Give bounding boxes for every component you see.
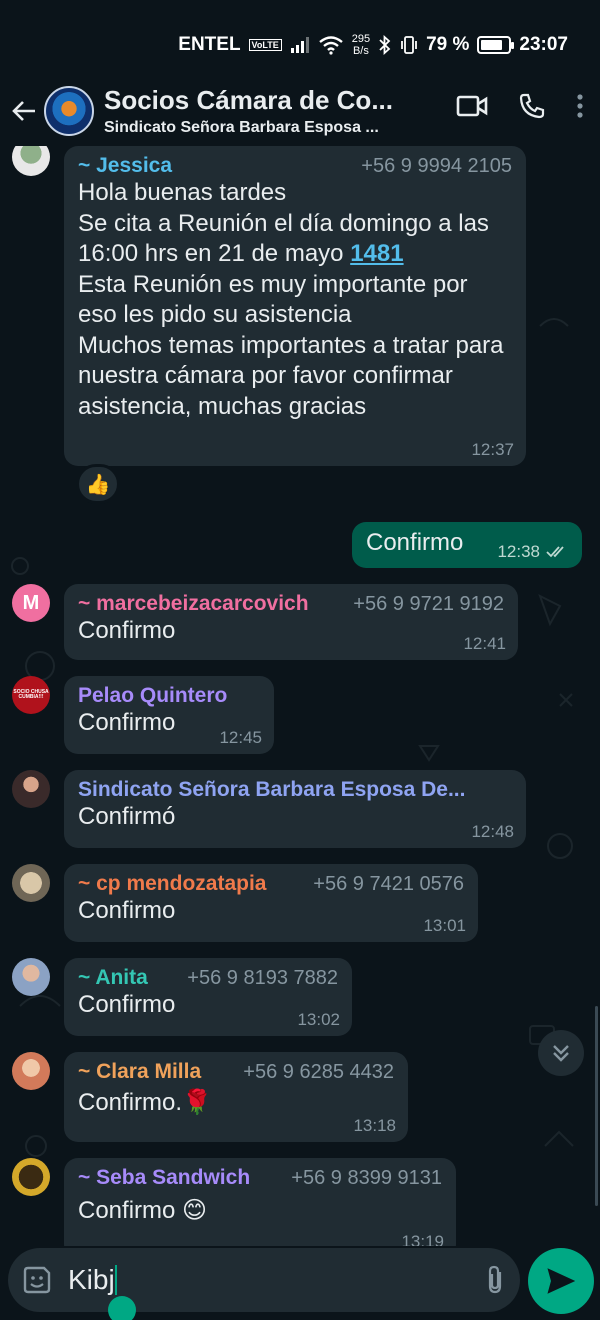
sender-avatar-anita[interactable]: [12, 958, 50, 996]
message-input[interactable]: Kibj: [68, 1264, 484, 1296]
sender-name[interactable]: ~ Jessica: [78, 154, 172, 178]
scroll-to-bottom-button[interactable]: [538, 1030, 584, 1076]
message-bubble[interactable]: ~ marcebeizacarcovich +56 9 9721 9192 Co…: [64, 584, 518, 660]
chat-title: Socios Cámara de Co...: [104, 85, 393, 115]
sender-avatar-marcebeizacarcovich[interactable]: M: [12, 584, 50, 622]
sender-phone: +56 9 8399 9131: [291, 1167, 442, 1189]
network-speed-value: 295: [351, 33, 371, 45]
chat-title-block[interactable]: Socios Cámara de Co... Sindicato Señora …: [104, 85, 414, 137]
message-time: 12:38: [497, 542, 540, 561]
back-button[interactable]: [8, 91, 40, 131]
message-input-value: Kibj: [68, 1264, 115, 1295]
thumbs-up-reaction[interactable]: 👍: [76, 464, 120, 504]
signal-icon: [290, 37, 309, 53]
status-bar: ENTEL VoLTE 295 B/s 79 % 23:07: [0, 0, 600, 76]
message-bubble[interactable]: Pelao Quintero Confirmo 12:45: [64, 676, 274, 754]
sender-name[interactable]: ~ cp mendozatapia: [78, 872, 266, 896]
message-composer: Kibj: [8, 1248, 520, 1312]
message-bubble[interactable]: ~ Clara Milla +56 9 6285 4432 Confirmo.🌹…: [64, 1052, 408, 1142]
battery-fill: [481, 40, 502, 50]
message-bubble[interactable]: ~ Anita +56 9 8193 7882 Confirmo 13:02: [64, 958, 352, 1036]
sender-phone: +56 9 8193 7882: [187, 967, 338, 989]
sender-name[interactable]: Sindicato Señora Barbara Esposa De...: [78, 778, 512, 802]
message-bubble[interactable]: Sindicato Señora Barbara Esposa De... Co…: [64, 770, 526, 848]
message-text: Confirmo: [78, 897, 176, 924]
vibrate-icon: [401, 36, 417, 54]
outgoing-message-bubble[interactable]: Confirmo 12:38: [352, 522, 582, 568]
sender-name[interactable]: ~ Anita: [78, 966, 148, 990]
message-time: 13:02: [297, 1010, 340, 1029]
more-options-icon[interactable]: [576, 93, 584, 119]
send-icon: [547, 1268, 575, 1294]
double-check-icon: [546, 546, 564, 558]
network-speed: 295 B/s: [352, 33, 370, 57]
message-time: 12:45: [219, 728, 262, 747]
chat-header: Socios Cámara de Co... Sindicato Señora …: [0, 76, 600, 146]
sender-name[interactable]: ~ Clara Milla: [78, 1060, 201, 1084]
phone-call-icon[interactable]: [518, 92, 546, 120]
carrier-label: ENTEL: [178, 34, 241, 55]
battery-percent: 79 %: [426, 34, 470, 55]
clock: 23:07: [519, 34, 568, 55]
sender-avatar-seba-sandwich[interactable]: [12, 1158, 50, 1196]
text-caret: [114, 1265, 117, 1295]
phone-link[interactable]: 1481: [350, 240, 403, 267]
avatar-letter: M: [22, 591, 40, 614]
message-bubble[interactable]: ~ Jessica +56 9 9994 2105 Hola buenas ta…: [64, 146, 526, 466]
chat-subtitle: Sindicato Señora Barbara Esposa ...: [104, 119, 379, 136]
sender-avatar-clara-milla[interactable]: [12, 1052, 50, 1090]
message-text: Confirmó: [78, 803, 176, 830]
scrollbar[interactable]: [595, 1006, 598, 1206]
message-time: 13:18: [353, 1116, 396, 1135]
message-time: 12:48: [471, 822, 514, 841]
message-time-row: 12:38: [497, 542, 570, 562]
sender-phone: +56 9 6285 4432: [243, 1061, 394, 1083]
group-avatar[interactable]: [44, 86, 94, 136]
volte-badge: VoLTE: [248, 39, 282, 51]
send-button[interactable]: [528, 1248, 594, 1314]
attach-icon[interactable]: [484, 1264, 506, 1296]
sender-avatar-pelao-quintero[interactable]: SOCIO CHUSA CUMBIA!!!: [12, 676, 50, 714]
message-time: 13:01: [423, 916, 466, 935]
message-bubble[interactable]: ~ cp mendozatapia +56 9 7421 0576 Confir…: [64, 864, 478, 942]
arrow-left-icon: [12, 101, 35, 121]
sender-phone: +56 9 9994 2105: [361, 155, 512, 177]
message-list[interactable]: ~ Jessica +56 9 9994 2105 Hola buenas ta…: [0, 146, 600, 1246]
message-text: Confirmo: [78, 617, 176, 644]
sender-name[interactable]: Pelao Quintero: [78, 684, 260, 708]
message-time: 12:41: [463, 634, 506, 653]
message-time: 12:37: [471, 440, 514, 459]
sender-avatar-sindicato[interactable]: [12, 770, 50, 808]
message-text: Confirmo.🌹: [78, 1089, 212, 1116]
message-text: Hola buenas tardes Se cita a Reunión el …: [78, 178, 512, 422]
message-text-part: Hola buenas tardes Se cita a Reunión el …: [78, 179, 489, 267]
network-speed-unit: B/s: [352, 45, 369, 57]
avatar-caption: SOCIO CHUSA CUMBIA!!!: [13, 689, 49, 700]
wifi-icon: [318, 36, 343, 55]
sender-name[interactable]: ~ marcebeizacarcovich: [78, 592, 309, 616]
message-text-part: Esta Reunión es muy importante por eso l…: [78, 270, 504, 420]
sender-phone: +56 9 9721 9192: [353, 593, 504, 615]
sticker-icon[interactable]: [22, 1265, 52, 1295]
video-call-icon[interactable]: [456, 94, 488, 118]
bluetooth-icon: [379, 35, 391, 55]
sender-avatar-cp-mendozatapia[interactable]: [12, 864, 50, 902]
double-chevron-down-icon: [553, 1045, 569, 1062]
message-bubble[interactable]: ~ Seba Sandwich +56 9 8399 9131 Confirmo…: [64, 1158, 456, 1246]
sender-phone: +56 9 7421 0576: [313, 873, 464, 895]
battery-icon: [477, 36, 515, 54]
sender-name[interactable]: ~ Seba Sandwich: [78, 1166, 250, 1190]
message-time: 13:19: [401, 1232, 444, 1246]
message-text: Confirmo 😊: [78, 1197, 208, 1224]
